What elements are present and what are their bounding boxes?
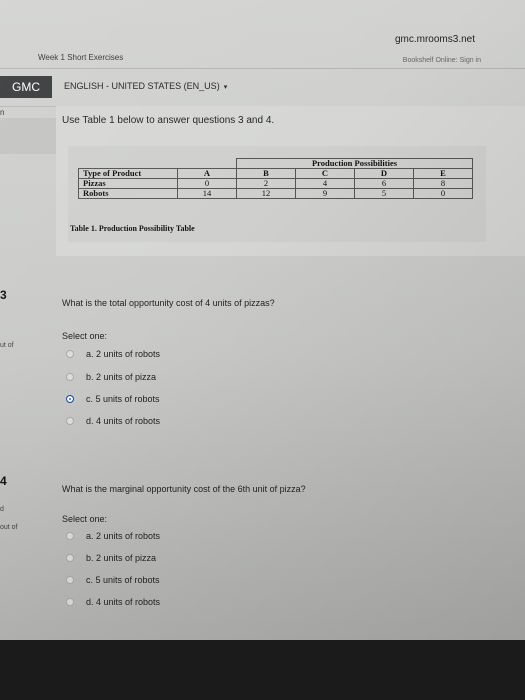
question-3-text: What is the total opportunity cost of 4 … xyxy=(62,298,275,308)
option-label: c. 5 units of robots xyxy=(86,394,160,404)
question-3-option-b[interactable]: b. 2 units of pizza xyxy=(66,372,156,382)
table-row: Robots 14 12 9 5 0 xyxy=(78,188,473,199)
table-cell: 0 xyxy=(177,178,237,189)
radio-button[interactable] xyxy=(66,532,74,540)
device-bezel xyxy=(0,640,525,700)
instructions: Use Table 1 below to answer questions 3 … xyxy=(62,115,275,126)
radio-button[interactable] xyxy=(66,598,74,606)
radio-button-selected[interactable] xyxy=(66,395,74,403)
row-label: Type of Product xyxy=(78,168,178,179)
radio-button[interactable] xyxy=(66,554,74,562)
question-4-text: What is the marginal opportunity cost of… xyxy=(62,484,306,494)
question-3-mark-label: ut of xyxy=(0,342,14,349)
table-caption: Table 1. Production Possibility Table xyxy=(70,224,195,233)
option-label: d. 4 units of robots xyxy=(86,416,161,426)
question-4-option-c[interactable]: c. 5 units of robots xyxy=(66,575,160,585)
production-possibility-table: Production Possibilities Type of Product… xyxy=(78,158,473,199)
question-3-option-a[interactable]: a. 2 units of robots xyxy=(66,349,160,359)
option-label: d. 4 units of robots xyxy=(86,597,161,607)
chevron-down-icon: ▾ xyxy=(223,84,228,91)
row-label: Robots xyxy=(78,188,178,199)
table-cell: 6 xyxy=(354,178,414,189)
table-spacer xyxy=(178,159,237,169)
side-label: n xyxy=(0,108,5,117)
table-cell: 5 xyxy=(354,188,414,199)
question-3-option-d[interactable]: d. 4 units of robots xyxy=(66,416,160,426)
bookshelf-link[interactable]: Bookshelf Online: Sign in xyxy=(403,57,481,64)
question-4-option-b[interactable]: b. 2 units of pizza xyxy=(66,553,156,563)
radio-button[interactable] xyxy=(66,350,74,358)
question-4-option-a[interactable]: a. 2 units of robots xyxy=(66,531,160,541)
table-cell: 9 xyxy=(295,188,355,199)
radio-button[interactable] xyxy=(66,373,74,381)
site-header: GMC ENGLISH - UNITED STATES (EN_US) ▾ xyxy=(0,68,525,107)
table-cell: 12 xyxy=(236,188,296,199)
screen: gmc.mrooms3.net Week 1 Short Exercises B… xyxy=(0,0,525,640)
option-label: b. 2 units of pizza xyxy=(86,372,157,382)
table-cell: D xyxy=(354,168,414,179)
option-label: c. 5 units of robots xyxy=(86,575,160,585)
table-cell: C xyxy=(295,168,355,179)
question-4-option-d[interactable]: d. 4 units of robots xyxy=(66,597,160,607)
radio-button[interactable] xyxy=(66,576,74,584)
table-cell: 14 xyxy=(177,188,237,199)
breadcrumb-week[interactable]: Week 1 Short Exercises xyxy=(38,53,123,62)
top-bar: Week 1 Short Exercises Bookshelf Online:… xyxy=(0,50,525,69)
question-4-status: d xyxy=(0,506,4,513)
production-table-figure: Production Possibilities Type of Product… xyxy=(68,146,486,242)
option-label: b. 2 units of pizza xyxy=(86,553,157,563)
question-4-mark-label: out of xyxy=(0,524,18,531)
side-strip xyxy=(0,118,56,154)
row-label: Pizzas xyxy=(78,178,178,189)
gmc-logo[interactable]: GMC xyxy=(0,76,52,98)
table-cell: E xyxy=(413,168,473,179)
table-cell: 8 xyxy=(413,178,473,189)
table-cell: A xyxy=(177,168,237,179)
table-row: Pizzas 0 2 4 6 8 xyxy=(78,178,473,189)
table-row: Type of Product A B C D E xyxy=(78,168,473,179)
question-3-select-label: Select one: xyxy=(62,331,108,341)
option-label: a. 2 units of robots xyxy=(86,531,161,541)
radio-button[interactable] xyxy=(66,417,74,425)
question-3-number: 3 xyxy=(0,288,7,302)
table-group-header: Production Possibilities xyxy=(236,158,473,169)
table-cell: 0 xyxy=(413,188,473,199)
option-label: a. 2 units of robots xyxy=(86,349,161,359)
table-spacer xyxy=(79,159,178,169)
url-text: gmc.mrooms3.net xyxy=(394,33,475,45)
address-bar[interactable]: gmc.mrooms3.net xyxy=(0,28,525,50)
table-cell: 2 xyxy=(236,178,296,189)
table-cell: 4 xyxy=(295,178,355,189)
question-3-option-c[interactable]: c. 5 units of robots xyxy=(66,394,160,404)
question-4-number: 4 xyxy=(0,474,7,488)
table-cell: B xyxy=(236,168,296,179)
language-label: ENGLISH - UNITED STATES (EN_US) xyxy=(64,81,220,91)
question-4-select-label: Select one: xyxy=(62,514,108,524)
language-menu[interactable]: ENGLISH - UNITED STATES (EN_US) ▾ xyxy=(64,81,227,91)
